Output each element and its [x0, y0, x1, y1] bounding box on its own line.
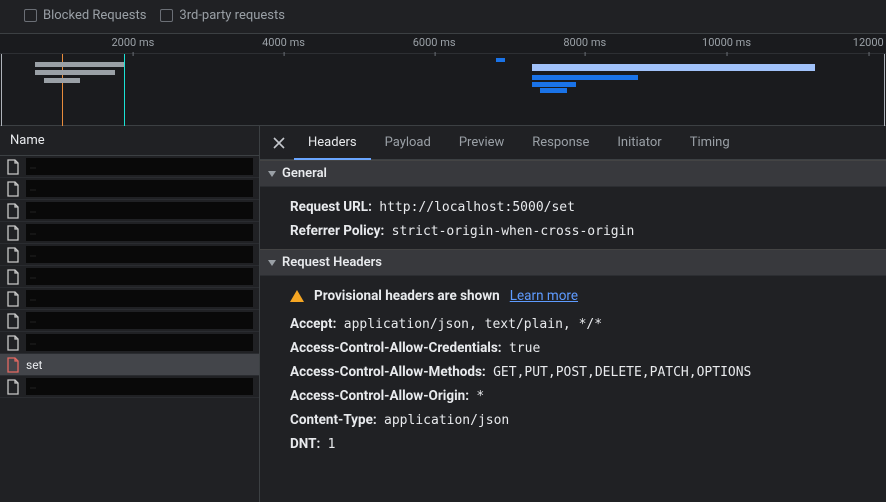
header-value: application/json [384, 413, 509, 428]
header-key: Content-Type: [290, 412, 377, 428]
header-key: DNT: [290, 436, 320, 452]
request-bar [532, 64, 816, 71]
column-header-name[interactable]: Name [0, 126, 259, 156]
request-bar [540, 88, 567, 93]
network-filter-bar: Blocked Requests 3rd-party requests [0, 0, 886, 34]
tick: 4000 ms [262, 36, 305, 49]
request-url-value: http://localhost:5000/set [379, 200, 575, 215]
header-key: Access-Control-Allow-Origin: [290, 388, 469, 404]
tick: 12000 [853, 36, 884, 49]
section-general-body: Request URL: http://localhost:5000/set R… [260, 187, 886, 249]
request-url-key: Request URL: [290, 199, 372, 215]
tick: 6000 ms [413, 36, 456, 49]
file-icon [6, 181, 20, 197]
request-row[interactable] [0, 244, 259, 266]
header-value: application/json, text/plain, */* [344, 317, 602, 332]
section-general-title: General [282, 166, 327, 181]
header-key: Access-Control-Allow-Methods: [290, 364, 486, 380]
request-row[interactable] [0, 266, 259, 288]
redacted-overlay [26, 312, 253, 329]
timeline-body [0, 54, 886, 126]
disclosure-triangle-icon [268, 260, 276, 266]
close-details-button[interactable] [264, 137, 294, 149]
request-list-panel: Name set [0, 126, 260, 502]
request-bar [35, 62, 124, 67]
third-party-checkbox[interactable]: 3rd-party requests [160, 8, 285, 23]
header-value: GET,PUT,POST,DELETE,PATCH,OPTIONS [493, 365, 751, 380]
request-row[interactable] [0, 310, 259, 332]
redacted-overlay [26, 158, 253, 175]
request-bar [44, 78, 79, 83]
third-party-label: 3rd-party requests [179, 8, 285, 23]
request-detail-panel: Headers Payload Preview Response Initiat… [260, 126, 886, 502]
request-row[interactable] [0, 288, 259, 310]
learn-more-link[interactable]: Learn more [510, 288, 578, 304]
timeline-ruler: 2000 ms 4000 ms 6000 ms 8000 ms 10000 ms… [0, 36, 886, 54]
request-row[interactable] [0, 156, 259, 178]
blocked-requests-checkbox[interactable]: Blocked Requests [24, 8, 146, 23]
header-key: Access-Control-Allow-Credentials: [290, 340, 502, 356]
timeline-overview[interactable]: 2000 ms 4000 ms 6000 ms 8000 ms 10000 ms… [0, 34, 886, 126]
redacted-overlay [26, 290, 253, 307]
request-row[interactable] [0, 376, 259, 398]
file-icon [6, 379, 20, 395]
file-icon [6, 269, 20, 285]
request-bar [532, 75, 638, 80]
header-value: true [509, 341, 540, 356]
request-row[interactable] [0, 222, 259, 244]
tick: 2000 ms [112, 36, 155, 49]
tab-timing[interactable]: Timing [676, 126, 744, 160]
referrer-policy-key: Referrer Policy: [290, 223, 384, 239]
tab-payload[interactable]: Payload [371, 126, 445, 160]
header-value: * [476, 389, 484, 404]
detail-tabs: Headers Payload Preview Response Initiat… [260, 126, 886, 160]
disclosure-triangle-icon [268, 171, 276, 177]
provisional-headers-text: Provisional headers are shown [314, 288, 500, 304]
file-icon [6, 203, 20, 219]
tab-preview[interactable]: Preview [445, 126, 518, 160]
request-row[interactable] [0, 332, 259, 354]
redacted-overlay [26, 180, 253, 197]
section-request-headers-title: Request Headers [282, 255, 382, 270]
tab-initiator[interactable]: Initiator [603, 126, 675, 160]
redacted-overlay [26, 246, 253, 263]
redacted-overlay [26, 202, 253, 219]
request-bar [532, 82, 576, 87]
close-icon [273, 137, 285, 149]
request-name: set [26, 358, 42, 372]
file-icon [6, 291, 20, 307]
request-row[interactable] [0, 200, 259, 222]
timeline-end-edge [884, 54, 885, 126]
tick: 10000 ms [702, 36, 751, 49]
file-icon [6, 225, 20, 241]
timeline-start-edge [1, 54, 2, 126]
section-request-headers-body: Provisional headers are shown Learn more… [260, 276, 886, 462]
request-list[interactable]: set [0, 156, 259, 502]
request-row[interactable] [0, 178, 259, 200]
redacted-overlay [26, 268, 253, 285]
file-icon [6, 335, 20, 351]
referrer-policy-value: strict-origin-when-cross-origin [392, 224, 635, 239]
file-icon [6, 247, 20, 263]
redacted-overlay [26, 224, 253, 241]
header-value: 1 [328, 437, 336, 452]
section-request-headers-header[interactable]: Request Headers [260, 249, 886, 276]
warning-icon [290, 290, 304, 302]
blocked-requests-label: Blocked Requests [43, 8, 146, 23]
file-icon [6, 357, 20, 373]
file-icon [6, 159, 20, 175]
load-event-line [124, 54, 125, 126]
tab-response[interactable]: Response [518, 126, 603, 160]
request-bar [35, 70, 115, 75]
request-bar [496, 58, 505, 62]
file-icon [6, 313, 20, 329]
tick: 8000 ms [563, 36, 606, 49]
redacted-overlay [26, 334, 253, 351]
section-general-header[interactable]: General [260, 160, 886, 187]
header-key: Accept: [290, 316, 336, 332]
request-row[interactable]: set [0, 354, 259, 376]
tab-headers[interactable]: Headers [294, 126, 371, 160]
redacted-overlay [26, 378, 253, 395]
